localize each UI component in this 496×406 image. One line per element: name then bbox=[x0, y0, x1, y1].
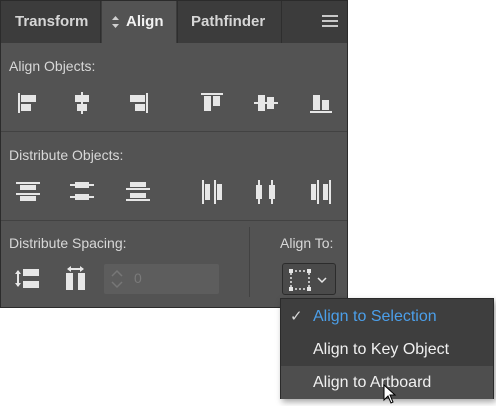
vertical-align-center-button[interactable] bbox=[251, 88, 281, 118]
vertical-distribute-top-icon bbox=[16, 182, 40, 201]
align-to-selection-icon bbox=[289, 269, 327, 291]
horizontal-align-center-icon bbox=[75, 92, 89, 114]
vertical-align-bottom-icon bbox=[310, 95, 332, 113]
tab-align-label: Align bbox=[126, 13, 164, 30]
panel-menu-icon[interactable] bbox=[322, 15, 338, 29]
align-panel: Transform Align Pathfinder Align Objects… bbox=[0, 0, 348, 308]
vertical-distribute-bottom-button[interactable] bbox=[123, 177, 153, 207]
spacing-stepper[interactable]: 0 bbox=[104, 264, 219, 294]
spacing-value: 0 bbox=[134, 270, 142, 286]
horizontal-distribute-space-icon bbox=[66, 266, 85, 290]
vertical-distribute-space-icon bbox=[15, 269, 39, 288]
stepper-arrows-icon bbox=[111, 269, 123, 289]
tab-align[interactable]: Align bbox=[102, 1, 176, 43]
horizontal-distribute-space-button[interactable] bbox=[61, 264, 91, 294]
section-divider bbox=[1, 131, 347, 132]
mouse-pointer-icon bbox=[383, 384, 397, 404]
vertical-align-top-icon bbox=[201, 93, 223, 111]
vertical-distribute-bottom-icon bbox=[126, 182, 150, 201]
align-objects-label: Align Objects: bbox=[9, 58, 96, 74]
vertical-distribute-space-button[interactable] bbox=[13, 264, 43, 294]
tab-pathfinder[interactable]: Pathfinder bbox=[177, 1, 282, 43]
vertical-align-center-icon bbox=[254, 95, 278, 111]
horizontal-align-left-icon bbox=[18, 93, 36, 113]
horizontal-align-left-button[interactable] bbox=[13, 88, 43, 118]
align-to-key-object-option[interactable]: Align to Key Object bbox=[281, 333, 493, 366]
horizontal-distribute-center-button[interactable] bbox=[251, 177, 281, 207]
section-divider bbox=[1, 220, 347, 221]
vertical-align-top-button[interactable] bbox=[197, 88, 227, 118]
distribute-spacing-label: Distribute Spacing: bbox=[9, 235, 127, 251]
vertical-distribute-center-button[interactable] bbox=[67, 177, 97, 207]
horizontal-distribute-right-icon bbox=[311, 180, 331, 204]
option-label: Align to Key Object bbox=[313, 341, 450, 358]
vertical-distribute-center-icon bbox=[70, 182, 94, 200]
option-label: Align to Artboard bbox=[313, 374, 432, 391]
horizontal-align-center-button[interactable] bbox=[67, 88, 97, 118]
section-vertical-divider bbox=[249, 227, 250, 297]
horizontal-distribute-center-icon bbox=[256, 180, 275, 204]
vertical-distribute-top-button[interactable] bbox=[13, 177, 43, 207]
option-label: Align to Selection bbox=[313, 308, 437, 325]
align-to-label: Align To: bbox=[280, 235, 334, 251]
horizontal-distribute-right-button[interactable] bbox=[306, 177, 336, 207]
align-to-button[interactable] bbox=[282, 263, 336, 295]
checkmark-icon: ✓ bbox=[290, 308, 303, 325]
horizontal-distribute-left-icon bbox=[202, 180, 222, 204]
horizontal-align-right-icon bbox=[130, 93, 148, 113]
tab-transform[interactable]: Transform bbox=[1, 1, 101, 43]
vertical-align-bottom-button[interactable] bbox=[306, 88, 336, 118]
expand-collapse-icon bbox=[112, 16, 119, 28]
horizontal-align-right-button[interactable] bbox=[123, 88, 153, 118]
tab-bar: Transform Align Pathfinder bbox=[1, 1, 347, 43]
horizontal-distribute-left-button[interactable] bbox=[197, 177, 227, 207]
distribute-objects-label: Distribute Objects: bbox=[9, 147, 124, 163]
align-to-selection-option[interactable]: ✓ Align to Selection bbox=[281, 300, 493, 333]
